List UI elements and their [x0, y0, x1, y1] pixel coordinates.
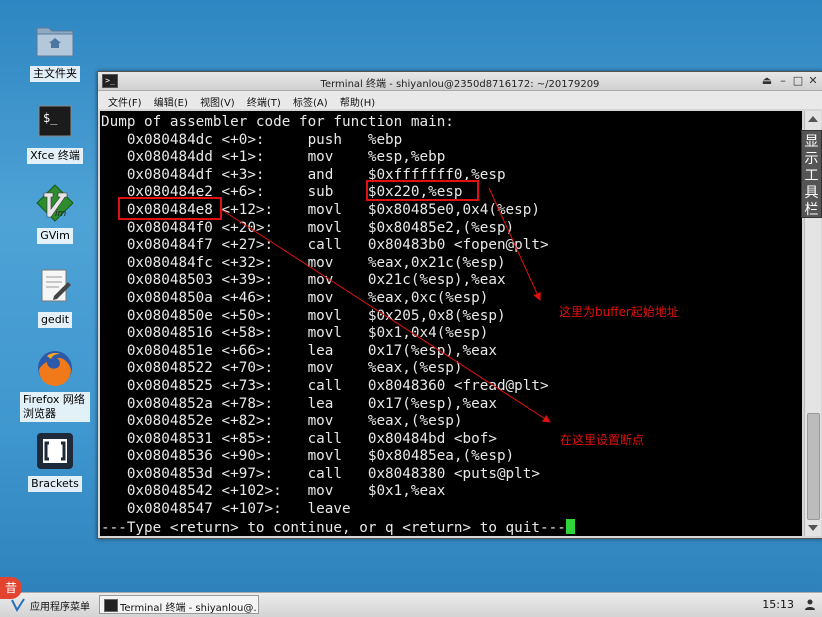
scrollbar-thumb[interactable] [807, 413, 820, 520]
terminal-line: 0x08048522 <+70>: mov %eax,(%esp) [101, 360, 463, 377]
scroll-up-arrow-icon[interactable] [808, 116, 818, 122]
xfce-logo-icon [11, 598, 25, 613]
terminal-line: 0x080484f7 <+27>: call 0x80483b0 <fopen@… [101, 237, 549, 254]
title-bar[interactable]: >_ Terminal 终端 - shiyanlou@2350d8716172:… [98, 72, 822, 91]
desktop-icon-firefox[interactable]: Firefox 网络浏览器 [20, 348, 90, 422]
terminal-line: 0x0804853d <+97>: call 0x8048380 <puts@p… [101, 465, 540, 482]
annotation-box-breakpoint-address [118, 197, 222, 220]
maximize-button[interactable]: □ [791, 74, 805, 87]
terminal-output[interactable]: Dump of assembler code for function main… [100, 111, 802, 536]
vim-icon: im [35, 184, 75, 224]
menu-help[interactable]: 帮助(H) [340, 94, 375, 109]
annotation-box-sub-esp [366, 180, 479, 201]
folder-icon [35, 22, 75, 62]
terminal-line: 0x0804852e <+82>: mov %eax,(%esp) [101, 413, 463, 430]
terminal-line: 0x08048547 <+107>: leave [101, 501, 351, 518]
terminal-line: 0x0804852a <+78>: lea 0x17(%esp),%eax [101, 395, 497, 412]
terminal-line: 0x080484dd <+1>: mov %esp,%ebp [101, 149, 446, 166]
desktop-icon-home[interactable]: 主文件夹 [20, 22, 90, 82]
desktop-icon-gedit[interactable]: gedit [20, 268, 90, 328]
terminal-line: 0x0804851e <+66>: lea 0x17(%esp),%eax [101, 342, 497, 359]
desktop-icon-brackets[interactable]: Brackets [20, 432, 90, 492]
taskbar-item-terminal[interactable]: Terminal 终端 - shiyanlou@… [99, 595, 259, 614]
terminal-line: 0x080484dc <+0>: push %ebp [101, 131, 403, 148]
terminal-line: 0x08048503 <+39>: mov 0x21c(%esp),%eax [101, 272, 506, 289]
desktop-icon-xfce-terminal[interactable]: $_ Xfce 终端 [20, 104, 90, 164]
terminal-icon: $_ [35, 104, 75, 144]
desktop-icon-label: GVim [37, 228, 73, 244]
terminal-pager-prompt: ---Type <return> to continue, or q <retu… [101, 518, 575, 536]
desktop-icon-label: Firefox 网络浏览器 [20, 392, 90, 422]
terminal-line: 0x080484df <+3>: and $0xfffffff0,%esp [101, 166, 506, 183]
terminal-line: 0x08048531 <+85>: call 0x80484bd <bof> [101, 430, 497, 447]
firefox-icon [35, 348, 75, 388]
desktop-icon-label: 主文件夹 [30, 66, 80, 82]
terminal-cursor [565, 518, 575, 534]
desktop-icon-label: Brackets [28, 476, 82, 492]
menu-terminal[interactable]: 终端(T) [247, 94, 281, 109]
brackets-icon [35, 432, 75, 472]
text-editor-icon [35, 268, 75, 308]
terminal-pager-prompt-text: ---Type <return> to continue, or q <retu… [101, 519, 566, 536]
applications-menu-label: 应用程序菜单 [30, 602, 90, 613]
desktop-icon-label: Xfce 终端 [27, 148, 83, 164]
annotation-breakpoint-note: 在这里设置断点 [560, 433, 645, 447]
taskbar: 应用程序菜单 Terminal 终端 - shiyanlou@… 15:13 [0, 592, 822, 617]
desktop-icon-label: gedit [37, 312, 73, 328]
desktop-icon-gvim[interactable]: im GVim [20, 184, 90, 244]
terminal-line: 0x08048536 <+90>: movl $0x80485ea,(%esp) [101, 448, 515, 465]
terminal-small-icon [104, 599, 118, 612]
terminal-line: 0x080484fc <+32>: mov %eax,0x21c(%esp) [101, 254, 506, 271]
menu-tabs[interactable]: 标签(A) [293, 94, 328, 109]
user-tray-icon[interactable] [804, 598, 816, 610]
terminal-line: 0x0804850e <+50>: movl $0x205,0x8(%esp) [101, 307, 506, 324]
menu-arrow-icon[interactable]: ⏏ [760, 74, 774, 87]
terminal-line: 0x08048525 <+73>: call 0x8048360 <fread@… [101, 377, 549, 394]
scroll-down-arrow-icon[interactable] [808, 525, 818, 531]
menu-bar: 文件(F) 编辑(E) 视图(V) 终端(T) 标签(A) 帮助(H) [98, 91, 822, 109]
show-toolbar-tab[interactable]: 显示工具栏 [801, 130, 822, 218]
svg-text:im: im [55, 209, 67, 219]
svg-text:$_: $_ [43, 111, 58, 125]
terminal-line: Dump of assembler code for function main… [101, 114, 454, 130]
terminal-line: 0x08048542 <+102>: mov $0x1,%eax [101, 483, 446, 500]
annotation-buffer-note: 这里为buffer起始地址 [559, 305, 679, 319]
clock[interactable]: 15:13 [762, 598, 794, 611]
terminal-window[interactable]: >_ Terminal 终端 - shiyanlou@2350d8716172:… [97, 71, 822, 539]
terminal-line: 0x08048516 <+58>: movl $0x1,0x4(%esp) [101, 325, 489, 342]
menu-edit[interactable]: 编辑(E) [154, 94, 188, 109]
minimize-button[interactable]: – [776, 74, 790, 87]
menu-view[interactable]: 视图(V) [200, 94, 235, 109]
close-button[interactable]: ✕ [806, 74, 820, 87]
taskbar-item-label: Terminal 终端 - shiyanlou@… [120, 603, 256, 614]
menu-file[interactable]: 文件(F) [108, 94, 142, 109]
terminal-line: 0x0804850a <+46>: mov %eax,0xc(%esp) [101, 289, 489, 306]
terminal-line: 0x080484f0 <+20>: movl $0x80485e2,(%esp) [101, 219, 515, 236]
terminal-text: Dump of assembler code for function main… [101, 114, 575, 536]
window-title: Terminal 终端 - shiyanlou@2350d8716172: ~/… [320, 79, 600, 90]
notification-badge[interactable]: 昔 [0, 577, 22, 599]
